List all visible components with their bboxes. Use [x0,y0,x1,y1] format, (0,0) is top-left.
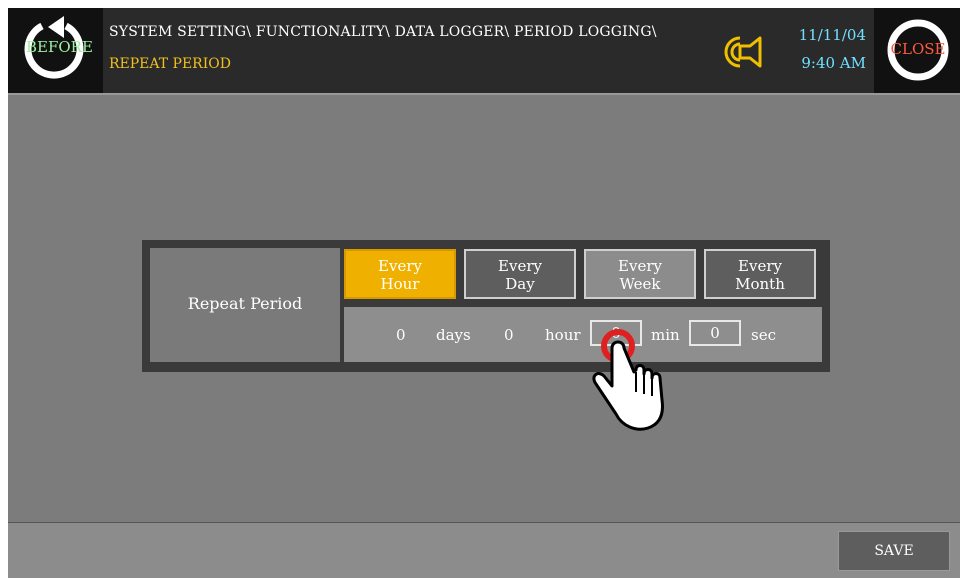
option-every-hour[interactable]: Every Hour [344,249,456,299]
option-line2: Day [505,275,535,293]
repeat-period-panel: Repeat Period Every Hour Every Day Every… [142,240,830,372]
option-line1: Every [378,257,422,275]
sec-unit: sec [751,326,776,344]
close-button[interactable]: CLOSE [874,8,960,93]
breadcrumb-path: SYSTEM SETTING\ FUNCTIONALITY\ DATA LOGG… [109,24,657,40]
option-line1: Every [618,257,662,275]
screen: BEFORE SYSTEM SETTING\ FUNCTIONALITY\ DA… [8,8,960,578]
save-button[interactable]: SAVE [838,531,950,571]
date-display: 11/11/04 [798,26,866,44]
repeat-period-label-box: Repeat Period [150,248,340,362]
hour-unit: hour [545,326,581,344]
header-bar: BEFORE SYSTEM SETTING\ FUNCTIONALITY\ DA… [8,8,960,95]
days-value[interactable]: 0 [396,326,406,344]
option-line2: Hour [380,275,420,293]
before-button[interactable]: BEFORE [8,8,103,93]
option-every-week[interactable]: Every Week [584,249,696,299]
period-value-row: 0 days 0 hour 0 min 0 sec [344,307,822,362]
speaker-sound-icon[interactable] [720,32,770,72]
option-line1: Every [498,257,542,275]
repeat-period-label: Repeat Period [187,294,303,313]
footer-bar: SAVE [8,522,960,578]
option-line1: Every [738,257,782,275]
days-unit: days [436,326,471,344]
hand-pointer-icon [592,329,664,431]
close-label: CLOSE [890,40,946,58]
hour-value[interactable]: 0 [504,326,514,344]
option-line2: Month [735,275,785,293]
time-display: 9:40 AM [801,54,866,72]
option-line2: Week [619,275,661,293]
option-every-month[interactable]: Every Month [704,249,816,299]
sec-input[interactable]: 0 [689,320,741,346]
page-title: REPEAT PERIOD [109,56,231,72]
option-every-day[interactable]: Every Day [464,249,576,299]
before-label: BEFORE [26,38,93,56]
